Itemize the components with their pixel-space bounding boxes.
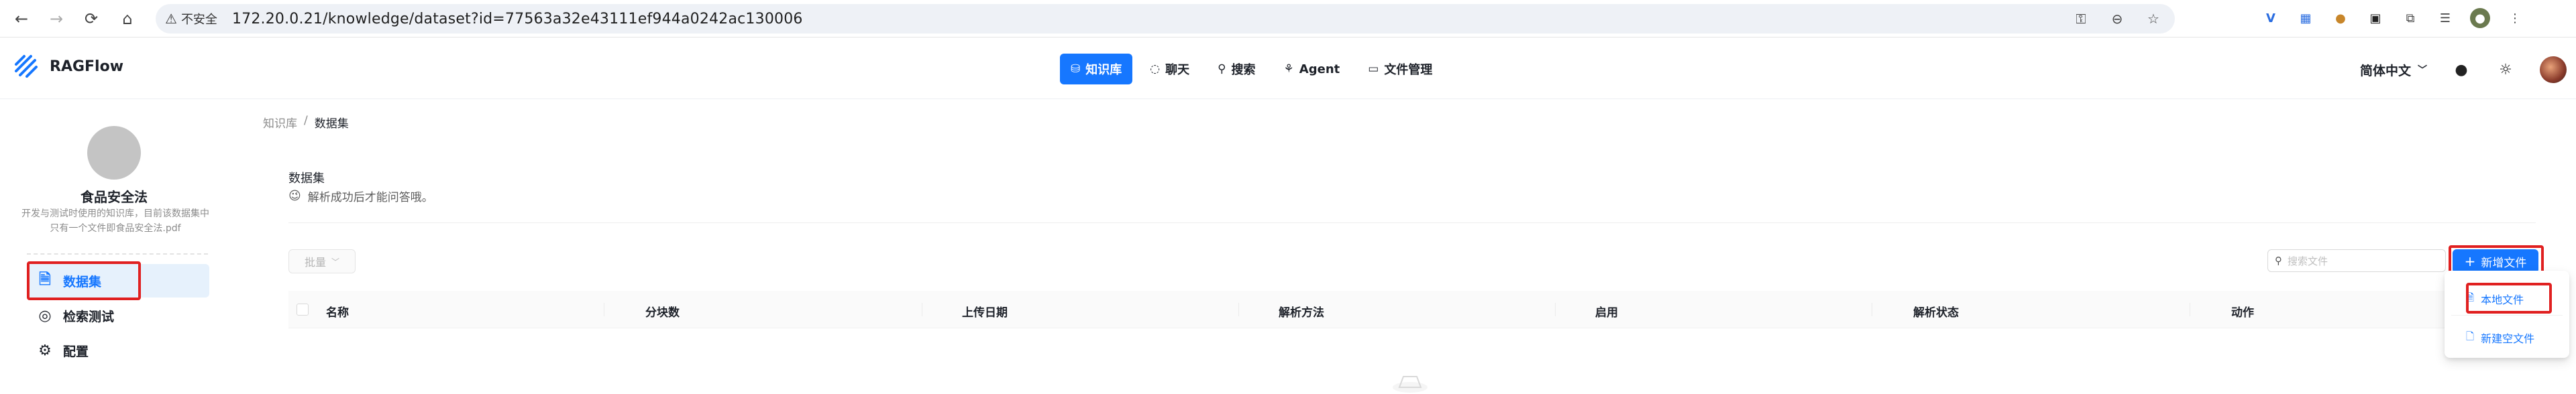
menu-kebab-icon[interactable]: ⋮	[2505, 8, 2525, 28]
menu-item-local-file[interactable]: 🗎 本地文件	[2445, 284, 2569, 314]
forward-button[interactable]: →	[44, 7, 68, 31]
agent-icon: ⚘	[1283, 62, 1294, 76]
zoom-icon[interactable]: ⊖	[2108, 9, 2127, 28]
table-header: 名称 分块数 上传日期 解析方法 启用 解析状态 动作	[288, 291, 2536, 328]
content-divider	[288, 222, 2536, 223]
reload-button[interactable]: ⟳	[79, 7, 103, 31]
upload-file-icon: 🗎	[2466, 291, 2475, 304]
chat-icon: ◌	[1150, 62, 1161, 76]
warning-icon: ⚠	[165, 11, 177, 27]
empty-box-icon	[1393, 376, 1428, 393]
breadcrumb-knowledge-base[interactable]: 知识库	[263, 114, 297, 131]
nav-search[interactable]: ⚲ 搜索	[1207, 54, 1266, 84]
page-title: 数据集	[288, 172, 325, 186]
address-bar[interactable]: ⚠ 不安全 172.20.0.21/knowledge/dataset?id=7…	[156, 4, 2175, 34]
smile-emoji-icon: 😉	[288, 189, 301, 203]
kb-name: 食品安全法	[80, 189, 148, 205]
column-name: 名称	[326, 306, 349, 320]
user-avatar[interactable]	[2540, 56, 2567, 83]
file-search-input[interactable]: ⚲ 搜索文件	[2267, 249, 2446, 272]
kb-description: 开发与测试时使用的知识库，目前该数据集中 只有一个文件即食品安全法.pdf	[21, 208, 209, 234]
column-actions: 动作	[2231, 306, 2254, 320]
breadcrumb: 知识库 / 数据集	[263, 114, 349, 131]
github-icon[interactable]: ●	[2451, 60, 2471, 80]
back-button[interactable]: ←	[9, 7, 34, 31]
app-header: RAGFlow ⛁ 知识库 ◌ 聊天 ⚲ 搜索 ⚘ Agent ▭ 文件管理 简…	[0, 38, 2576, 99]
column-upload-date: 上传日期	[962, 306, 1008, 320]
column-parse-method: 解析方法	[1279, 306, 1324, 320]
app-logo[interactable]: RAGFlow	[13, 54, 123, 79]
chevron-down-icon: ﹀	[2418, 65, 2427, 76]
security-indicator[interactable]: ⚠ 不安全	[165, 10, 217, 27]
file-icon: 🗎	[39, 271, 51, 288]
search-icon: ⚲	[1218, 62, 1226, 76]
add-file-dropdown: 🗎 本地文件 🗋 新建空文件	[2445, 271, 2569, 358]
sidebar: 食品安全法 开发与测试时使用的知识库，目前该数据集中 只有一个文件即食品安全法.…	[0, 99, 228, 388]
nav-file-management[interactable]: ▭ 文件管理	[1357, 54, 1443, 84]
dropdown-divider	[2451, 315, 2563, 316]
target-icon: ◎	[38, 307, 52, 324]
app-name: RAGFlow	[50, 58, 124, 75]
main-nav: ⛁ 知识库 ◌ 聊天 ⚲ 搜索 ⚘ Agent ▭ 文件管理	[1060, 54, 1443, 84]
column-separator	[1238, 303, 1239, 316]
language-selector[interactable]: 简体中文 ﹀	[2360, 61, 2427, 79]
sidebar-divider	[27, 253, 208, 255]
extension-tab-icon[interactable]: ▣	[2365, 8, 2385, 28]
nav-knowledge-base[interactable]: ⛁ 知识库	[1060, 54, 1133, 84]
extensions-puzzle-icon[interactable]: ⧉	[2400, 8, 2420, 28]
browser-toolbar: ← → ⟳ ⌂ ⚠ 不安全 172.20.0.21/knowledge/data…	[0, 0, 2576, 38]
column-separator	[1555, 303, 1556, 316]
url-text[interactable]: 172.20.0.21/knowledge/dataset?id=77563a3…	[232, 11, 803, 27]
extension-grid-icon[interactable]: ▦	[2296, 8, 2316, 28]
plus-icon: +	[2464, 253, 2476, 269]
ragflow-logo-icon	[15, 55, 38, 78]
breadcrumb-current: 数据集	[314, 117, 349, 131]
search-icon: ⚲	[2275, 255, 2282, 267]
column-chunk-count: 分块数	[645, 306, 680, 320]
profile-icon[interactable]: ●	[2470, 8, 2490, 28]
kb-avatar	[87, 126, 141, 180]
reading-list-icon[interactable]: ☰	[2435, 8, 2455, 28]
home-button[interactable]: ⌂	[115, 7, 140, 31]
breadcrumb-separator: /	[304, 114, 308, 127]
column-enabled: 启用	[1595, 306, 1618, 320]
database-icon: ⛁	[1071, 62, 1081, 76]
theme-toggle-icon[interactable]: ☼	[2496, 60, 2516, 80]
menu-item-new-empty-file[interactable]: 🗋 新建空文件	[2445, 323, 2569, 352]
sidebar-item-config[interactable]: ⚙ 配置	[27, 334, 209, 367]
bulk-actions-button[interactable]: 批量 ﹀	[288, 249, 356, 273]
sidebar-item-retrieval-test[interactable]: ◎ 检索测试	[27, 299, 209, 332]
folder-icon: ▭	[1368, 62, 1379, 76]
extension-cookie-icon[interactable]: ●	[2330, 8, 2351, 28]
chevron-down-icon: ﹀	[331, 257, 340, 267]
select-all-checkbox[interactable]	[297, 304, 309, 316]
parse-tip: 😉 解析成功后才能问答哦。	[288, 189, 433, 204]
sidebar-item-dataset[interactable]: 🗎 数据集	[27, 264, 209, 298]
extension-v-icon[interactable]: V	[2261, 8, 2281, 28]
bookmark-star-icon[interactable]: ☆	[2144, 9, 2163, 28]
nav-agent[interactable]: ⚘ Agent	[1273, 54, 1351, 84]
nav-chat[interactable]: ◌ 聊天	[1139, 54, 1200, 84]
column-parse-status: 解析状态	[1913, 306, 1959, 320]
gear-icon: ⚙	[38, 342, 52, 359]
key-icon[interactable]: ⚿	[2072, 9, 2090, 28]
add-file-button[interactable]: + 新增文件	[2453, 249, 2538, 273]
new-file-icon: 🗋	[2466, 330, 2475, 342]
